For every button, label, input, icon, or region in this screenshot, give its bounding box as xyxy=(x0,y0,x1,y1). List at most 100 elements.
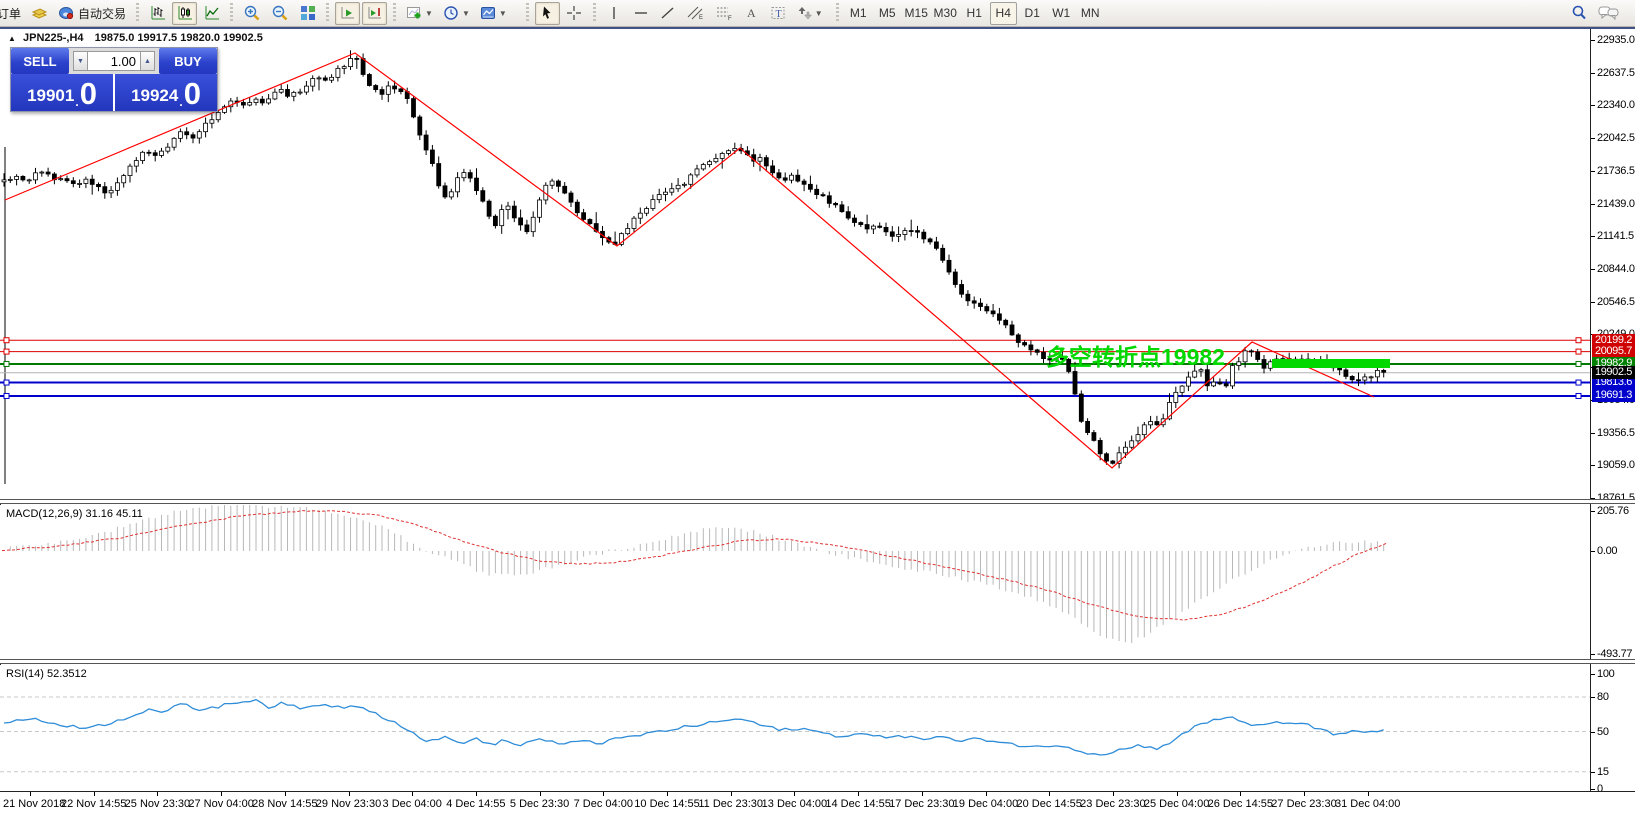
time-axis-label: 3 Dec 04:00 xyxy=(383,798,442,810)
mt4-terminal: 订单 自动交易 xyxy=(0,0,1635,816)
macd-axis[interactable]: 205.760.00-493.77 xyxy=(1591,505,1635,659)
hline-19691.3[interactable] xyxy=(0,393,1590,398)
rsi-axis-label: 15 xyxy=(1597,766,1609,778)
time-axis-tick xyxy=(94,792,95,796)
time-axis-label: 22 Nov 14:55 xyxy=(61,798,126,810)
sell-button[interactable]: SELL xyxy=(11,48,69,74)
time-axis-label: 27 Dec 23:30 xyxy=(1271,798,1336,810)
buy-button[interactable]: BUY xyxy=(159,48,217,74)
tf-button-m30[interactable]: M30 xyxy=(932,2,959,25)
time-axis-tick xyxy=(540,792,541,796)
macd-pane[interactable] xyxy=(0,505,1590,659)
new-order-label: 订单 xyxy=(0,5,21,22)
price-tag-19902.5: 19902.5 xyxy=(1592,366,1635,379)
chart-shift-button[interactable] xyxy=(362,2,387,25)
chart-annotation[interactable]: 多空转折点19982 xyxy=(1046,344,1225,370)
time-axis-label: 23 Dec 23:30 xyxy=(1080,798,1145,810)
buy-price-main: 19924 xyxy=(131,83,178,109)
rsi-label: RSI(14) 52.3512 xyxy=(6,668,87,680)
price-axis[interactable]: 22935.022637.522340.022042.521736.521439… xyxy=(1591,29,1635,499)
search-button[interactable] xyxy=(1566,2,1592,25)
periods-button[interactable]: ▼ xyxy=(439,2,474,25)
ohlc-values: 19875.0 19917.5 19820.0 19902.5 xyxy=(95,32,263,44)
bar-chart-button[interactable] xyxy=(145,2,170,25)
horizontal-line-tool-button[interactable] xyxy=(629,2,654,25)
time-axis-label: 5 Dec 23:30 xyxy=(510,798,569,810)
rsi-axis-tick xyxy=(1591,697,1595,698)
auto-scroll-button[interactable] xyxy=(335,2,360,25)
tf-button-m5[interactable]: M5 xyxy=(874,2,901,25)
line-chart-button[interactable] xyxy=(199,2,224,25)
indicators-button[interactable]: ▼ xyxy=(402,2,437,25)
window-collapse-icon[interactable]: ▲ xyxy=(8,34,16,43)
channel-tool-button[interactable]: E xyxy=(683,2,709,25)
macd-histogram xyxy=(4,505,1384,643)
crosshair-button[interactable] xyxy=(562,2,587,25)
tf-button-d1[interactable]: D1 xyxy=(1019,2,1046,25)
toolbar-separator xyxy=(326,3,329,23)
chat-button[interactable] xyxy=(1594,2,1624,25)
tf-button-mn[interactable]: MN xyxy=(1077,2,1104,25)
dropdown-caret-icon: ▼ xyxy=(815,9,823,18)
dropdown-caret-icon: ▼ xyxy=(499,9,507,18)
new-chart-button[interactable] xyxy=(27,2,52,25)
sell-label: SELL xyxy=(23,54,56,69)
rsi-axis-tick xyxy=(1591,674,1595,675)
time-axis[interactable]: 21 Nov 201822 Nov 14:5525 Nov 23:3027 No… xyxy=(0,791,1635,816)
toolbar-right-group xyxy=(1565,2,1625,25)
hline-19813.6[interactable] xyxy=(0,380,1590,385)
rsi-axis-tick xyxy=(1591,789,1595,790)
main-chart-pane[interactable]: 多空转折点19982 xyxy=(0,29,1590,499)
rsi-axis[interactable]: 1008050150 xyxy=(1591,665,1635,791)
text-tool-button[interactable]: A xyxy=(739,2,764,25)
arrows-tool-button[interactable]: ▼ xyxy=(793,2,827,25)
time-axis-tick xyxy=(986,792,987,796)
time-axis-tick xyxy=(731,792,732,796)
fibonacci-tool-button[interactable]: F xyxy=(711,2,737,25)
trendline-icon xyxy=(660,5,676,21)
rsi-line xyxy=(4,700,1384,755)
candlestick-chart-icon xyxy=(177,5,193,21)
hline-20095.7[interactable] xyxy=(0,349,1590,354)
tf-button-m1[interactable]: M1 xyxy=(845,2,872,25)
pane-separator[interactable] xyxy=(0,499,1635,504)
buy-price-display[interactable]: 19924.0 xyxy=(115,74,217,111)
toolbar-separator xyxy=(393,3,396,23)
tf-button-w1[interactable]: W1 xyxy=(1048,2,1075,25)
rsi-pane[interactable] xyxy=(0,665,1590,791)
clock-icon xyxy=(443,5,460,21)
templates-button[interactable]: ▼ xyxy=(476,2,511,25)
search-icon xyxy=(1570,4,1588,22)
zoom-out-button[interactable] xyxy=(267,2,293,25)
new-order-button[interactable]: 订单 xyxy=(0,2,25,25)
macd-axis-tick xyxy=(1591,511,1595,512)
time-axis-tick xyxy=(858,792,859,796)
tf-button-h1[interactable]: H1 xyxy=(961,2,988,25)
pane-separator[interactable] xyxy=(0,659,1635,664)
price-axis-tick xyxy=(1591,204,1595,205)
vertical-line-tool-button[interactable] xyxy=(602,2,627,25)
one-click-trading-panel: SELL ▼ ▲ BUY 19901.0 19924.0 xyxy=(10,47,218,112)
tf-button-h4[interactable]: H4 xyxy=(990,2,1017,25)
tile-windows-button[interactable] xyxy=(295,2,320,25)
cursor-button[interactable] xyxy=(535,2,560,25)
toolbar-separator xyxy=(593,3,596,23)
volume-input[interactable] xyxy=(88,51,140,71)
price-axis-label: 22935.0 xyxy=(1597,34,1635,46)
tf-button-m15[interactable]: M15 xyxy=(903,2,930,25)
auto-scroll-icon xyxy=(340,5,356,21)
zoom-in-button[interactable] xyxy=(239,2,265,25)
volume-increment-button[interactable]: ▲ xyxy=(140,51,155,71)
highlight-band[interactable] xyxy=(1272,359,1390,368)
text-label-tool-button[interactable]: T xyxy=(766,2,791,25)
auto-trading-button[interactable]: 自动交易 xyxy=(54,2,130,25)
hline-20199.2[interactable] xyxy=(0,338,1590,343)
price-tag-20095.7: 20095.7 xyxy=(1592,345,1635,358)
trendline-tool-button[interactable] xyxy=(656,2,681,25)
time-axis-label: 26 Dec 14:55 xyxy=(1208,798,1273,810)
candlestick-chart-button[interactable] xyxy=(172,2,197,25)
new-chart-icon xyxy=(31,5,48,21)
volume-decrement-button[interactable]: ▼ xyxy=(73,51,88,71)
rsi-axis-tick xyxy=(1591,732,1595,733)
sell-price-display[interactable]: 19901.0 xyxy=(11,74,113,111)
